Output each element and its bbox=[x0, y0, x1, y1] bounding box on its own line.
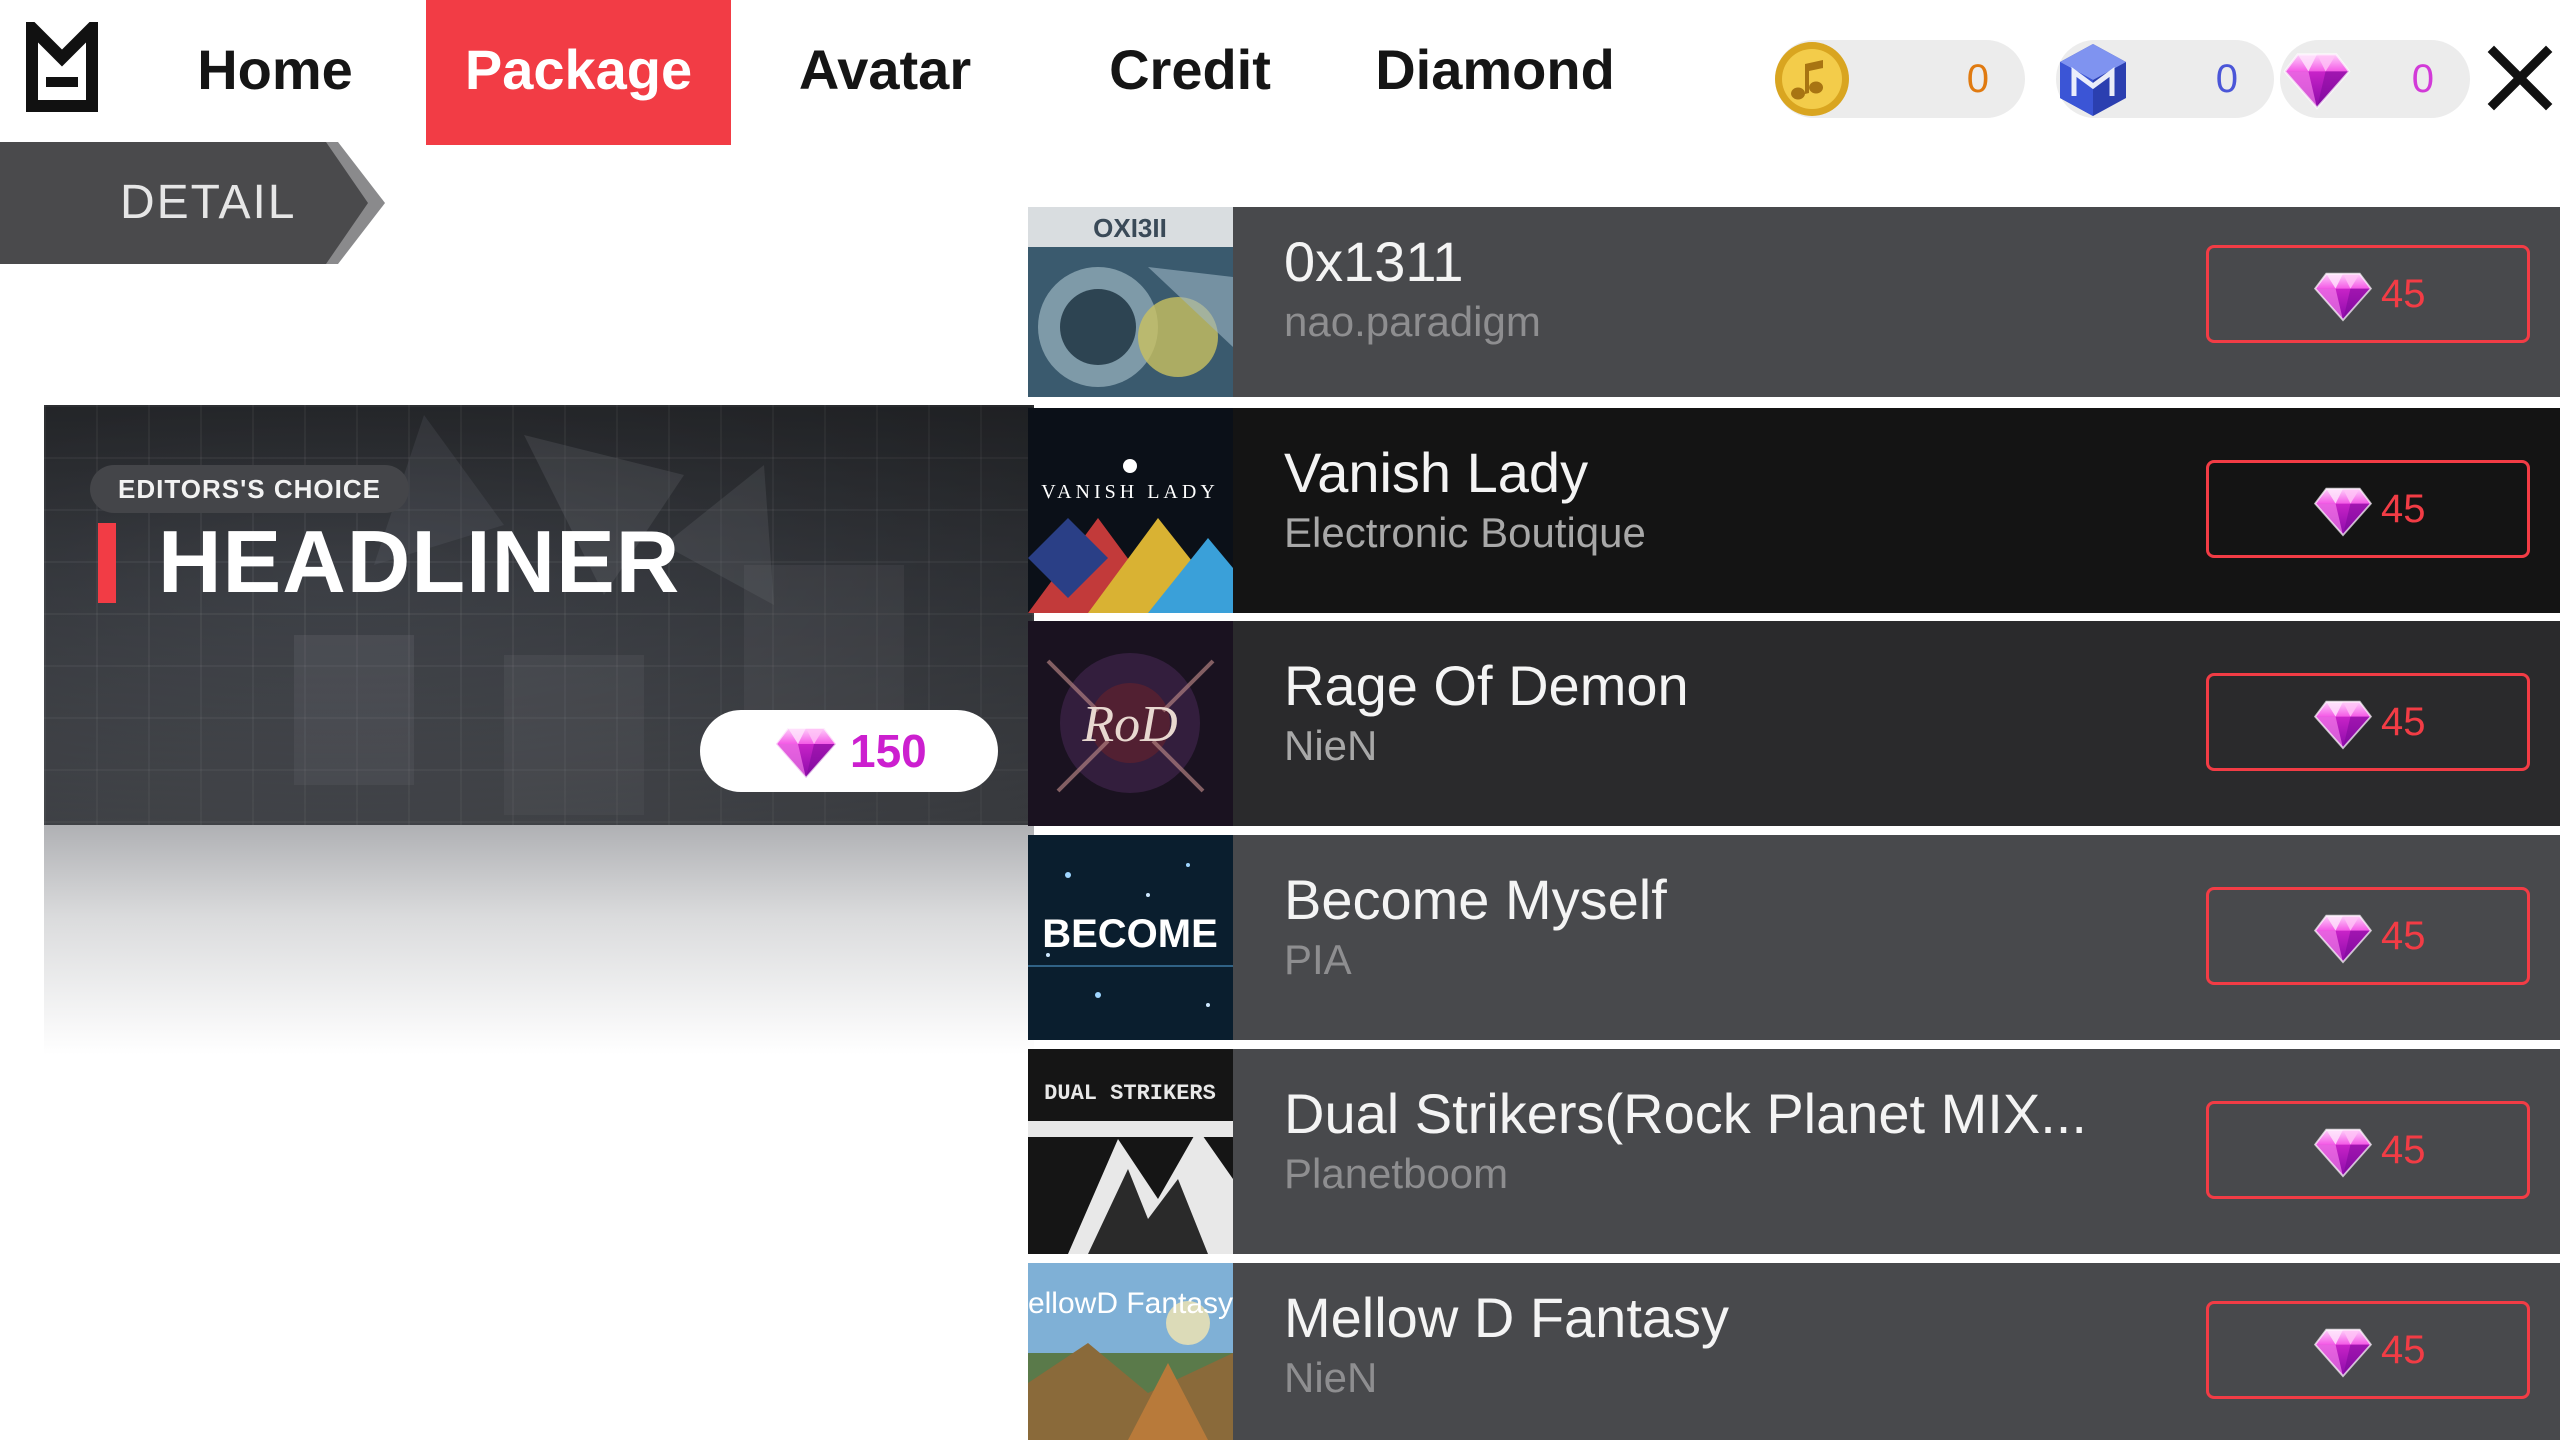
song-title: 0x1311 bbox=[1284, 230, 1464, 293]
song-artist: NieN bbox=[1284, 722, 1378, 769]
cover-text: RoD bbox=[1081, 696, 1177, 753]
cube-value: 0 bbox=[2215, 57, 2238, 101]
tab-package[interactable]: Package bbox=[426, 0, 731, 145]
cover-text: VANISH LADY bbox=[1041, 481, 1219, 503]
coin-value: 0 bbox=[1966, 57, 1989, 101]
album-cover-0x1311: OXI3II bbox=[1028, 207, 1233, 397]
package-buy-button[interactable]: 150 bbox=[700, 710, 998, 792]
buy-song-button[interactable]: 45 bbox=[2206, 1301, 2530, 1399]
banner-reflection bbox=[44, 825, 1034, 1055]
song-price: 45 bbox=[2381, 1128, 2426, 1172]
song-row-mellow-d-fantasy[interactable]: MellowD Fantasy Mellow D Fantasy NieN 45 bbox=[1028, 1263, 2560, 1440]
album-cover-mellow-d-fantasy: MellowD Fantasy bbox=[1028, 1263, 1233, 1440]
buy-song-button[interactable]: 45 bbox=[2206, 460, 2530, 558]
detail-label: DETAIL bbox=[120, 176, 297, 229]
album-cover-become-myself: BECOME bbox=[1028, 835, 1233, 1040]
album-cover-dual-strikers: DUAL STRIKERS bbox=[1028, 1049, 1233, 1254]
diamond-icon bbox=[2276, 38, 2358, 120]
music-coin-icon bbox=[1771, 38, 1853, 120]
song-row-become-myself[interactable]: BECOME Become Myself PIA 45 bbox=[1028, 835, 2560, 1040]
tab-diamond[interactable]: Diamond bbox=[1365, 0, 1625, 145]
tab-credit[interactable]: Credit bbox=[1070, 0, 1310, 145]
diamond-value: 0 bbox=[2411, 57, 2434, 101]
diamond-icon bbox=[2313, 485, 2373, 537]
song-artist: nao.paradigm bbox=[1284, 298, 1541, 345]
cover-text: OXI3II bbox=[1093, 213, 1167, 243]
cover-text: DUAL STRIKERS bbox=[1044, 1081, 1216, 1106]
top-navigation: Home Package Avatar Credit Diamond 0 0 0 bbox=[0, 0, 2560, 145]
package-title: HEADLINER bbox=[158, 512, 681, 611]
buy-song-button[interactable]: 45 bbox=[2206, 1101, 2530, 1199]
song-price: 45 bbox=[2381, 1328, 2426, 1372]
diamond-icon bbox=[2313, 698, 2373, 750]
song-row-dual-strikers[interactable]: DUAL STRIKERS Dual Strikers(Rock Planet … bbox=[1028, 1049, 2560, 1254]
diamond-icon bbox=[2313, 270, 2373, 322]
app-logo bbox=[26, 13, 98, 112]
cover-text: MellowD Fantasy bbox=[1028, 1287, 1233, 1320]
song-title: Dual Strikers(Rock Planet MIX... bbox=[1284, 1082, 2087, 1145]
diamond-balance: 0 bbox=[2280, 40, 2470, 118]
coin-balance: 0 bbox=[1775, 40, 2025, 118]
song-artist: Electronic Boutique bbox=[1284, 509, 1646, 556]
song-artist: PIA bbox=[1284, 936, 1352, 983]
editors-choice-badge: EDITORS'S CHOICE bbox=[90, 465, 409, 513]
package-price: 150 bbox=[850, 725, 927, 777]
album-cover-vanish-lady: VANISH LADY bbox=[1028, 408, 1233, 613]
song-title: Rage Of Demon bbox=[1284, 654, 1689, 717]
song-row-rage-of-demon[interactable]: RoD Rage Of Demon NieN 45 bbox=[1028, 621, 2560, 826]
song-title: Vanish Lady bbox=[1284, 441, 1589, 504]
title-accent-bar bbox=[98, 523, 116, 603]
song-price: 45 bbox=[2381, 272, 2426, 316]
m-cube-icon bbox=[2052, 38, 2134, 120]
song-artist: NieN bbox=[1284, 1354, 1378, 1401]
tab-avatar[interactable]: Avatar bbox=[760, 0, 1010, 145]
detail-tab[interactable]: DETAIL bbox=[0, 142, 385, 264]
diamond-icon bbox=[2313, 1326, 2373, 1378]
song-price: 45 bbox=[2381, 487, 2426, 531]
cover-text: BECOME bbox=[1042, 912, 1218, 956]
tab-home[interactable]: Home bbox=[150, 0, 400, 145]
song-row-vanish-lady[interactable]: VANISH LADY Vanish Lady Electronic Bouti… bbox=[1028, 408, 2560, 613]
song-title: Mellow D Fantasy bbox=[1284, 1286, 1730, 1349]
song-artist: Planetboom bbox=[1284, 1150, 1509, 1197]
song-row-0x1311[interactable]: OXI3II 0x1311 nao.paradigm 45 bbox=[1028, 207, 2560, 397]
album-cover-rage-of-demon: RoD bbox=[1028, 621, 1233, 826]
buy-song-button[interactable]: 45 bbox=[2206, 673, 2530, 771]
diamond-icon bbox=[770, 724, 842, 780]
song-price: 45 bbox=[2381, 914, 2426, 958]
song-price: 45 bbox=[2381, 700, 2426, 744]
song-title: Become Myself bbox=[1284, 868, 1667, 931]
close-icon[interactable] bbox=[2480, 38, 2560, 118]
buy-song-button[interactable]: 45 bbox=[2206, 245, 2530, 343]
cube-balance: 0 bbox=[2056, 40, 2274, 118]
buy-song-button[interactable]: 45 bbox=[2206, 887, 2530, 985]
diamond-icon bbox=[2313, 1126, 2373, 1178]
diamond-icon bbox=[2313, 912, 2373, 964]
